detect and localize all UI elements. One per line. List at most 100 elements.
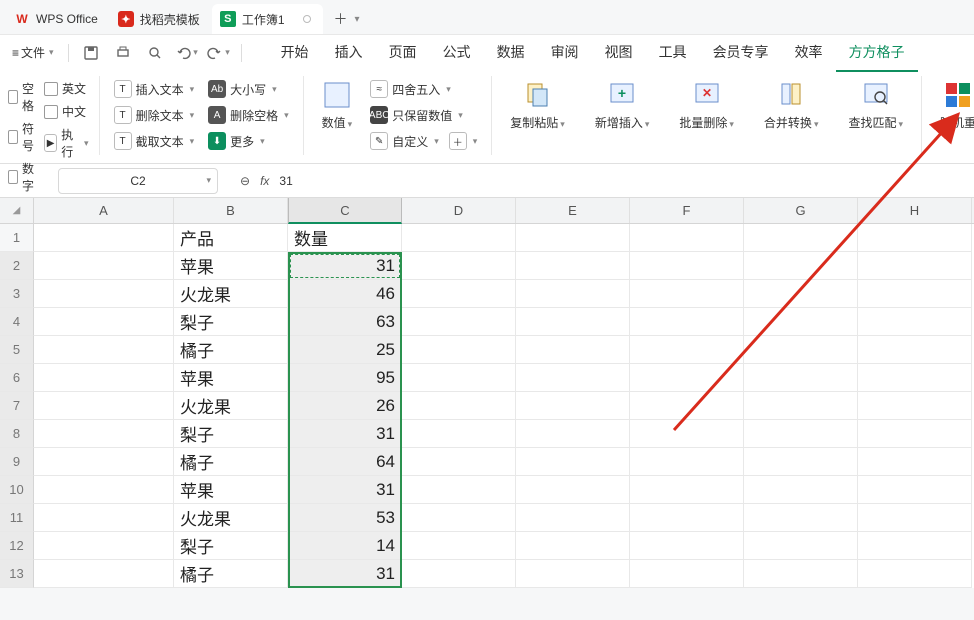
cell-H5[interactable]	[858, 336, 972, 364]
cell-A9[interactable]	[34, 448, 174, 476]
row-header[interactable]: 12	[0, 532, 34, 560]
cell-C8[interactable]: 31	[288, 420, 402, 448]
menu-tab-review[interactable]: 审阅	[538, 34, 592, 71]
menu-tab-ffgz[interactable]: 方方格子	[836, 34, 918, 72]
cell-C10[interactable]: 31	[288, 476, 402, 504]
file-menu[interactable]: ≡ 文件 ▾	[6, 40, 60, 65]
cell-F8[interactable]	[630, 420, 744, 448]
cell-G10[interactable]	[744, 476, 858, 504]
cell-H9[interactable]	[858, 448, 972, 476]
chevron-down-icon[interactable]: ▾	[206, 175, 211, 186]
cell-A10[interactable]	[34, 476, 174, 504]
cell-H4[interactable]	[858, 308, 972, 336]
cell-C5[interactable]: 25	[288, 336, 402, 364]
check-symbol[interactable]: 符号	[8, 120, 38, 154]
col-header-B[interactable]: B	[174, 198, 288, 223]
col-header-H[interactable]: H	[858, 198, 972, 223]
redo-button[interactable]: ▾	[205, 40, 233, 66]
cell-G7[interactable]	[744, 392, 858, 420]
cell-E10[interactable]	[516, 476, 630, 504]
btn-case[interactable]: Ab大小写▾	[204, 78, 293, 100]
cell-A7[interactable]	[34, 392, 174, 420]
cell-C3[interactable]: 46	[288, 280, 402, 308]
cell-E3[interactable]	[516, 280, 630, 308]
cell-D9[interactable]	[402, 448, 516, 476]
menu-tab-member[interactable]: 会员专享	[700, 34, 782, 71]
cell-F5[interactable]	[630, 336, 744, 364]
cell-D8[interactable]	[402, 420, 516, 448]
cell-F1[interactable]	[630, 224, 744, 252]
cell-D10[interactable]	[402, 476, 516, 504]
cell-D3[interactable]	[402, 280, 516, 308]
check-english[interactable]: 英文	[44, 80, 89, 97]
cell-G4[interactable]	[744, 308, 858, 336]
check-execute[interactable]: ▶执行▾	[44, 126, 89, 160]
cell-H3[interactable]	[858, 280, 972, 308]
menu-tab-formula[interactable]: 公式	[430, 34, 484, 71]
cell-B3[interactable]: 火龙果	[174, 280, 288, 308]
menu-tab-start[interactable]: 开始	[268, 34, 322, 71]
cell-G9[interactable]	[744, 448, 858, 476]
cell-C1[interactable]: 数量	[288, 224, 402, 252]
cell-H6[interactable]	[858, 364, 972, 392]
cell-H11[interactable]	[858, 504, 972, 532]
plus-icon[interactable]: ＋	[449, 132, 467, 150]
cell-H8[interactable]	[858, 420, 972, 448]
btn-del-space[interactable]: A删除空格▾	[204, 104, 293, 126]
menu-tab-tools[interactable]: 工具	[646, 34, 700, 71]
print-button[interactable]	[109, 40, 137, 66]
col-header-E[interactable]: E	[516, 198, 630, 223]
cell-A13[interactable]	[34, 560, 174, 588]
cell-E7[interactable]	[516, 392, 630, 420]
btn-batch-delete[interactable]: ✕批量删除▾	[671, 76, 742, 135]
add-tab-button[interactable]: ＋	[329, 7, 353, 31]
row-header[interactable]: 2	[0, 252, 34, 280]
check-chinese[interactable]: 中文	[44, 103, 89, 120]
cell-E1[interactable]	[516, 224, 630, 252]
menu-tab-data[interactable]: 数据	[484, 34, 538, 71]
cell-D7[interactable]	[402, 392, 516, 420]
cell-G8[interactable]	[744, 420, 858, 448]
cell-A3[interactable]	[34, 280, 174, 308]
col-header-D[interactable]: D	[402, 198, 516, 223]
tab-template[interactable]: ✦ 找稻壳模板	[110, 4, 212, 34]
col-header-A[interactable]: A	[34, 198, 174, 223]
fx-icon[interactable]: fx	[260, 174, 269, 188]
btn-insert-text[interactable]: T插入文本▾	[110, 78, 199, 100]
cell-A5[interactable]	[34, 336, 174, 364]
check-space[interactable]: 空格	[8, 80, 38, 114]
cell-C7[interactable]: 26	[288, 392, 402, 420]
cell-E9[interactable]	[516, 448, 630, 476]
cell-D6[interactable]	[402, 364, 516, 392]
cell-A8[interactable]	[34, 420, 174, 448]
cell-G12[interactable]	[744, 532, 858, 560]
cell-A2[interactable]	[34, 252, 174, 280]
cell-C2[interactable]: 31	[288, 252, 402, 280]
row-header[interactable]: 3	[0, 280, 34, 308]
cell-H10[interactable]	[858, 476, 972, 504]
cell-C6[interactable]: 95	[288, 364, 402, 392]
row-header[interactable]: 9	[0, 448, 34, 476]
cell-B13[interactable]: 橘子	[174, 560, 288, 588]
cell-F6[interactable]	[630, 364, 744, 392]
cell-B6[interactable]: 苹果	[174, 364, 288, 392]
cell-C13[interactable]: 31	[288, 560, 402, 588]
cell-A6[interactable]	[34, 364, 174, 392]
btn-round[interactable]: ≈四舍五入▾	[366, 78, 481, 100]
row-header[interactable]: 10	[0, 476, 34, 504]
btn-random[interactable]: 随机重	[932, 76, 974, 135]
cell-E8[interactable]	[516, 420, 630, 448]
row-header[interactable]: 1	[0, 224, 34, 252]
cell-H2[interactable]	[858, 252, 972, 280]
cell-D12[interactable]	[402, 532, 516, 560]
cell-B7[interactable]: 火龙果	[174, 392, 288, 420]
menu-tab-efficiency[interactable]: 效率	[782, 34, 836, 71]
cell-F2[interactable]	[630, 252, 744, 280]
tab-close-icon[interactable]	[303, 15, 311, 23]
cell-G5[interactable]	[744, 336, 858, 364]
cell-F13[interactable]	[630, 560, 744, 588]
cell-G3[interactable]	[744, 280, 858, 308]
cell-A12[interactable]	[34, 532, 174, 560]
cell-E6[interactable]	[516, 364, 630, 392]
tab-wps-office[interactable]: W WPS Office	[6, 4, 110, 34]
